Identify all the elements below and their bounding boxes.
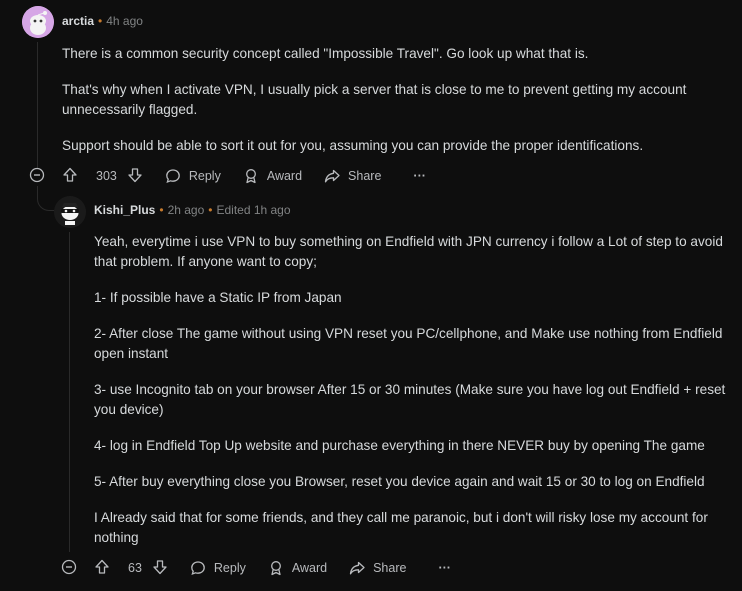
award-button[interactable]: Award xyxy=(243,168,302,184)
upvote-icon xyxy=(95,559,109,574)
upvote-button[interactable] xyxy=(62,167,86,186)
award-button[interactable]: Award xyxy=(268,560,327,576)
more-options-button[interactable]: ··· xyxy=(428,561,451,575)
reply-icon xyxy=(191,561,205,576)
more-icon: ··· xyxy=(438,561,451,575)
separator-dot: • xyxy=(159,203,164,217)
edited-label: Edited 1h ago xyxy=(216,203,291,217)
comment-body: There is a common security concept calle… xyxy=(62,44,732,172)
reply-button[interactable]: Reply xyxy=(165,168,221,184)
comment-actions: 303 Reply Award Share ··· xyxy=(62,164,448,188)
timestamp[interactable]: 4h ago xyxy=(106,14,143,28)
comment-meta: Kishi_Plus • 2h ago • Edited 1h ago xyxy=(94,203,291,217)
upvote-button[interactable] xyxy=(94,559,118,578)
comment-paragraph: 1- If possible have a Static IP from Jap… xyxy=(94,290,342,305)
more-options-button[interactable]: ··· xyxy=(403,169,426,183)
more-icon: ··· xyxy=(413,169,426,183)
avatar[interactable] xyxy=(22,6,54,38)
comment-paragraph: 4- log in Endfield Top Up website and pu… xyxy=(94,438,705,453)
comment-paragraph: 2- After close The game without using VP… xyxy=(94,326,723,361)
collapse-button[interactable] xyxy=(61,559,77,580)
downvote-button[interactable] xyxy=(127,167,151,186)
award-label: Award xyxy=(291,561,328,575)
comment-paragraph: 5- After buy everything close you Browse… xyxy=(94,474,705,489)
vote-group: 303 xyxy=(62,167,151,186)
share-icon xyxy=(349,561,365,575)
award-label: Award xyxy=(266,169,303,183)
reply-button[interactable]: Reply xyxy=(190,560,246,576)
separator-dot: • xyxy=(98,14,103,28)
comment-thread: arctia • 4h ago There is a common security… xyxy=(0,0,742,591)
separator-dot: • xyxy=(208,203,213,217)
upvote-icon xyxy=(63,167,77,182)
share-icon xyxy=(324,169,340,183)
award-icon xyxy=(245,169,256,184)
author-name[interactable]: arctia xyxy=(62,14,94,28)
downvote-button[interactable] xyxy=(152,559,176,578)
comment-paragraph: Support should be able to sort it out fo… xyxy=(62,138,644,153)
share-label: Share xyxy=(373,561,407,575)
avatar[interactable] xyxy=(54,196,86,228)
thread-line-reply xyxy=(69,232,70,552)
downvote-icon xyxy=(128,167,142,182)
collapse-icon xyxy=(61,559,77,575)
snoo-avatar-icon xyxy=(54,196,86,228)
reply-icon xyxy=(166,169,180,184)
vote-group: 63 xyxy=(94,559,176,578)
thread-elbow xyxy=(37,186,56,211)
share-label: Share xyxy=(348,169,382,183)
reply-label: Reply xyxy=(188,169,221,183)
vote-count: 63 xyxy=(128,561,142,575)
collapse-button[interactable] xyxy=(29,167,45,188)
comment-actions: 63 Reply Award Share ··· xyxy=(94,556,473,580)
comment-paragraph: I Already said that for some friends, an… xyxy=(94,510,708,545)
award-icon xyxy=(270,561,281,576)
comment-paragraph: 3- use Incognito tab on your browser Aft… xyxy=(94,382,726,417)
share-button[interactable]: Share xyxy=(349,560,406,576)
comment-paragraph: There is a common security concept calle… xyxy=(62,46,589,61)
thread-line xyxy=(37,42,38,168)
author-name[interactable]: Kishi_Plus xyxy=(94,203,155,217)
downvote-icon xyxy=(153,559,167,574)
share-button[interactable]: Share xyxy=(324,168,381,184)
collapse-icon xyxy=(29,167,45,183)
reply-label: Reply xyxy=(213,561,246,575)
comment-meta: arctia • 4h ago xyxy=(62,14,143,28)
comment-paragraph: Yeah, everytime i use VPN to buy somethi… xyxy=(94,234,723,269)
timestamp[interactable]: 2h ago xyxy=(168,203,205,217)
vote-count: 303 xyxy=(96,169,117,183)
snoo-avatar-icon xyxy=(22,6,54,38)
comment-paragraph: That's why when I activate VPN, I usuall… xyxy=(62,82,687,117)
comment-body: Yeah, everytime i use VPN to buy somethi… xyxy=(94,232,740,564)
